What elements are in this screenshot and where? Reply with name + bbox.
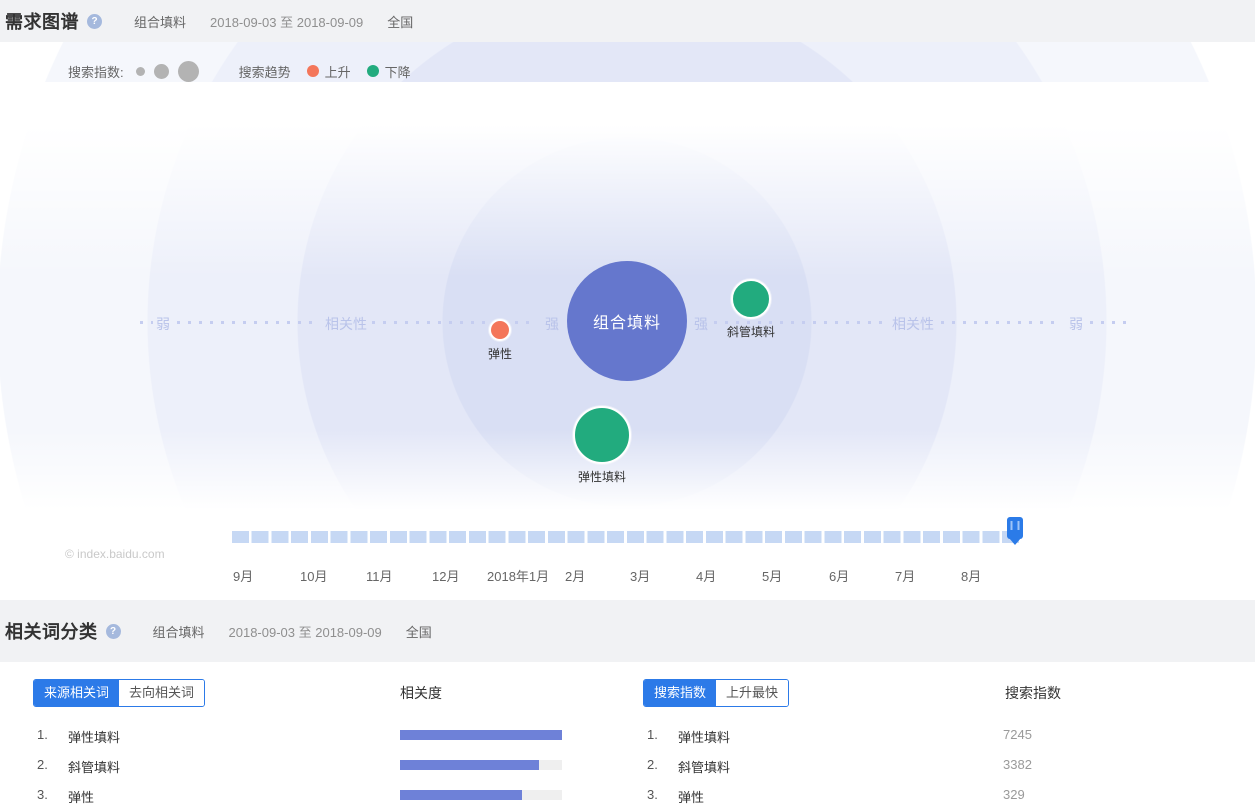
size-circle-large-icon [178,61,199,82]
help-icon[interactable] [87,14,102,29]
trend-up-dot-icon [307,65,319,77]
bubble-label: 弹性 [488,345,512,362]
trend-down-dot-icon [367,65,379,77]
related-word-tab-active[interactable]: 来源相关词 [34,680,119,706]
timeline-month-label: 11月 [366,566,393,585]
rings-top-fade [0,82,1255,277]
size-circle-medium-icon [154,64,169,79]
related-word-bubble[interactable] [573,406,631,464]
demand-map-region: 全国 [387,12,413,31]
row-rank: 1. [647,727,658,742]
relevance-column-header: 相关度 [400,683,442,703]
timeline-month-label: 7月 [895,566,915,585]
row-rank: 3. [647,787,658,802]
axis-label: 强 [694,314,708,334]
center-keyword-bubble[interactable]: 组合填料 [567,261,687,381]
bubble-label: 斜管填料 [727,323,775,340]
timeline-month-label: 9月 [233,566,253,585]
table-row: 3. 弹性 329 [0,787,1255,803]
table-row: 2. 斜管填料 3382 [0,757,1255,773]
timeline-month-label: 10月 [300,566,327,585]
related-word-link[interactable]: 斜管填料 [678,757,730,776]
timeline-month-label: 2018年1月 [487,566,549,585]
search-index-tab-active[interactable]: 搜索指数 [644,680,716,706]
timeline-month-label: 6月 [829,566,849,585]
timeline-month-label: 3月 [630,566,650,585]
center-bubble-label: 组合填料 [567,261,687,381]
related-word-link[interactable]: 弹性填料 [678,727,730,746]
demand-map-title: 需求图谱 [5,8,79,34]
timeline-slider-handle[interactable] [1007,517,1023,539]
demand-map-date-range: 2018-09-03 至 2018-09-09 [210,12,363,31]
related-word-link[interactable]: 弹性 [678,787,704,806]
related-words-title: 相关词分类 [5,618,98,644]
row-rank: 2. [647,757,658,772]
axis-dotted-line [1090,321,1128,324]
table-row: 1. 弹性填料 7245 [0,727,1255,743]
axis-label: 相关性 [892,314,934,334]
timeline-month-label: 8月 [961,566,981,585]
search-index-tab-group: 搜索指数上升最快 [643,679,789,707]
demand-map-card: 搜索指数: 搜索趋势 上升 下降 弱 相关性 强 强 相关性 弱 组合填料弹性 斜管填料弹性… [0,42,1255,600]
timeline-month-label: 4月 [696,566,716,585]
search-index-value: 7245 [1003,727,1032,742]
axis-label: 强 [545,314,559,334]
related-words-keyword: 组合填料 [153,622,205,641]
related-word-tab[interactable]: 去向相关词 [119,680,204,706]
axis-label: 弱 [156,314,170,334]
search-index-column-header: 搜索指数 [1005,683,1061,703]
timeline-month-label: 5月 [762,566,782,585]
search-index-tab[interactable]: 上升最快 [716,680,788,706]
slider-grip-icon [1011,521,1020,530]
axis-dotted-line [140,321,153,324]
demand-map-header: 需求图谱 组合填料 2018-09-03 至 2018-09-09 全国 [0,0,1255,42]
bubble-label: 弹性填料 [578,468,626,485]
related-words-date-range: 2018-09-03 至 2018-09-09 [229,622,382,641]
legend-trend-label: 搜索趋势 [239,62,291,81]
search-index-value: 329 [1003,787,1025,802]
timeline-track[interactable] [232,531,1022,543]
related-words-region: 全国 [406,622,432,641]
demand-map-keyword: 组合填料 [134,12,186,31]
legend-size-label: 搜索指数: [68,62,124,81]
related-word-bubble[interactable] [489,319,511,341]
timeline-month-label: 2月 [565,566,585,585]
axis-label: 相关性 [325,314,367,334]
chart-bottom-area [0,512,1255,600]
related-word-bubble[interactable] [731,279,771,319]
axis-dotted-line [941,321,1060,324]
size-circle-small-icon [136,67,145,76]
search-index-value: 3382 [1003,757,1032,772]
legend-up-label: 上升 [325,62,351,81]
watermark: © index.baidu.com [65,547,165,561]
axis-label: 弱 [1069,314,1083,334]
axis-dotted-line [177,321,320,324]
source-words-tab-group: 来源相关词去向相关词 [33,679,205,707]
chart-legend: 搜索指数: 搜索趋势 上升 下降 [68,58,411,84]
help-icon[interactable] [106,624,121,639]
related-words-card: 来源相关词去向相关词 相关度 搜索指数上升最快 搜索指数 1.弹性填料2.斜管填… [0,662,1255,811]
timeline-month-label: 12月 [432,566,459,585]
legend-down-label: 下降 [385,62,411,81]
related-words-header: 相关词分类 组合填料 2018-09-03 至 2018-09-09 全国 [0,600,1255,662]
axis-dotted-line [372,321,537,324]
